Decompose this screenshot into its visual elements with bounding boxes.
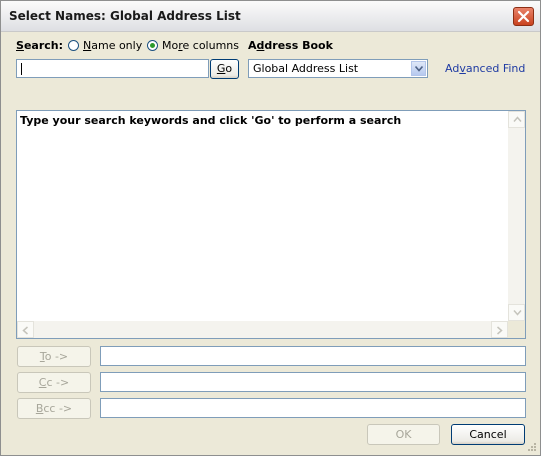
- results-list[interactable]: Type your search keywords and click 'Go'…: [16, 110, 526, 339]
- address-book-label: Address Book: [248, 39, 333, 52]
- more-columns-label[interactable]: More columns: [162, 39, 239, 52]
- search-label: Search:: [16, 39, 63, 52]
- text-caret: [21, 63, 22, 75]
- cancel-button[interactable]: Cancel: [451, 424, 525, 445]
- scroll-down-icon[interactable]: [508, 304, 525, 321]
- horizontal-scrollbar[interactable]: [17, 321, 508, 338]
- to-button[interactable]: To ->: [17, 346, 91, 367]
- cc-field[interactable]: [100, 372, 526, 392]
- bcc-button[interactable]: Bcc ->: [17, 398, 91, 419]
- address-book-select[interactable]: Global Address List: [248, 59, 428, 78]
- select-names-dialog: Select Names: Global Address List Search…: [0, 0, 541, 456]
- scrollbar-corner: [508, 321, 525, 338]
- address-book-value: Global Address List: [253, 62, 359, 75]
- more-columns-radio[interactable]: [147, 40, 158, 51]
- to-field[interactable]: [100, 346, 526, 366]
- ok-button[interactable]: OK: [367, 424, 440, 445]
- vertical-scrollbar[interactable]: [508, 111, 525, 321]
- bcc-field[interactable]: [100, 398, 526, 418]
- chevron-down-icon[interactable]: [411, 61, 426, 76]
- scroll-up-icon[interactable]: [508, 111, 525, 128]
- cc-button[interactable]: Cc ->: [17, 372, 91, 393]
- go-button[interactable]: Go: [210, 59, 239, 79]
- window-title: Select Names: Global Address List: [9, 9, 241, 23]
- advanced-find-link[interactable]: Advanced Find: [445, 62, 525, 75]
- title-bar[interactable]: Select Names: Global Address List: [1, 1, 540, 32]
- name-only-radio[interactable]: [68, 40, 79, 51]
- close-icon[interactable]: [513, 7, 534, 26]
- search-input[interactable]: [16, 59, 209, 78]
- results-message: Type your search keywords and click 'Go'…: [20, 114, 402, 127]
- resize-grip-icon[interactable]: [526, 441, 537, 452]
- scroll-right-icon[interactable]: [491, 321, 508, 338]
- name-only-label[interactable]: Name only: [83, 39, 142, 52]
- scroll-left-icon[interactable]: [17, 321, 34, 338]
